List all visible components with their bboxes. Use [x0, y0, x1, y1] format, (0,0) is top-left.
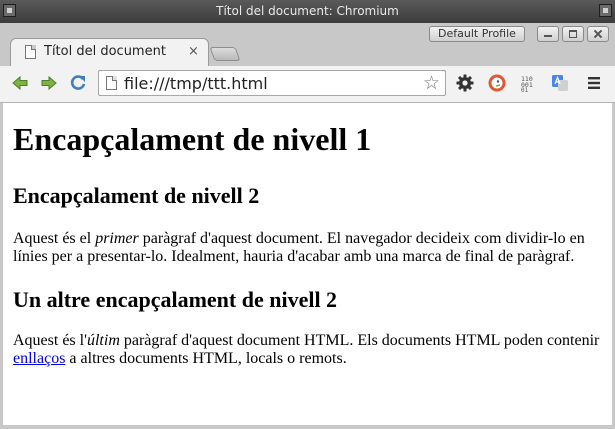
page-icon: [25, 45, 36, 59]
paragraph-last-text-middle: paràgraf d'aquest document HTML. Els doc…: [119, 332, 600, 349]
paragraph-first-text-start: Aquest és el: [13, 230, 96, 247]
emphasis-primer: primer: [95, 230, 139, 247]
paragraph-last-text-start: Aquest és l': [13, 332, 87, 349]
paragraph-last-text-end: a altres documents HTML, locals o remots…: [65, 350, 347, 367]
page-icon: [106, 76, 117, 90]
os-title-bar[interactable]: Títol del document: Chromium: [0, 0, 615, 24]
translate-icon[interactable]: [551, 74, 569, 92]
back-arrow-icon[interactable]: [11, 74, 29, 92]
emphasis-ultim: últim: [86, 332, 120, 349]
window-title: Títol del document: Chromium: [216, 4, 399, 18]
toolbar: file:///tmp/ttt.html ☆ 110 001 01: [0, 66, 615, 103]
maximize-button[interactable]: [562, 26, 584, 42]
heading-2-second: Un altre encapçalament de nivell 2: [13, 287, 338, 312]
hamburger-menu-icon[interactable]: [585, 74, 603, 92]
duckduckgo-icon[interactable]: [488, 74, 506, 92]
address-bar[interactable]: file:///tmp/ttt.html ☆: [98, 70, 446, 96]
paragraph-last: Aquest és l'últim paràgraf d'aquest docu…: [13, 332, 603, 368]
url-text[interactable]: file:///tmp/ttt.html: [124, 74, 268, 93]
reload-icon[interactable]: [69, 74, 87, 92]
paragraph-first: Aquest és el primer paràgraf d'aquest do…: [13, 230, 603, 266]
page-heading-1: Encapçalament de nivell 1: [13, 121, 372, 157]
link-enllacos[interactable]: enllaços: [13, 350, 65, 367]
forward-arrow-icon[interactable]: [40, 74, 58, 92]
page-content: Encapçalament de nivell 1 Encapçalament …: [3, 103, 612, 425]
minimize-button[interactable]: [537, 26, 559, 42]
binary-code-icon[interactable]: 110 001 01: [520, 74, 538, 92]
heading-2-first: Encapçalament de nivell 2: [13, 183, 260, 208]
close-window-button[interactable]: [587, 26, 609, 42]
new-tab-button[interactable]: [209, 47, 241, 61]
window-shade-button[interactable]: [599, 4, 612, 17]
tab-active[interactable]: Títol del document ×: [10, 38, 209, 66]
bookmark-star-icon[interactable]: ☆: [423, 72, 440, 94]
tab-title: Títol del document: [44, 44, 166, 59]
svg-text:01: 01: [521, 87, 529, 92]
settings-gear-icon[interactable]: [456, 74, 474, 92]
profile-button[interactable]: Default Profile: [429, 26, 525, 42]
browser-window: Títol del document: Chromium Default Pro…: [0, 0, 615, 429]
tab-close-icon[interactable]: ×: [188, 45, 199, 59]
